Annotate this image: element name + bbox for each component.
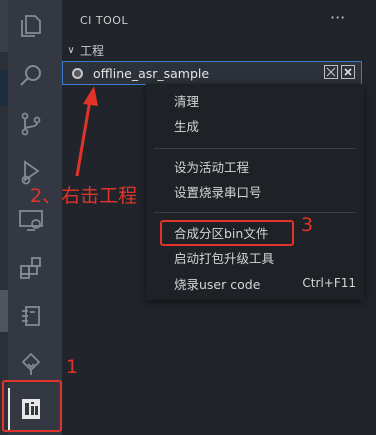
section-header-projects[interactable]: ∨ 工程	[62, 40, 376, 60]
annotation-step2: 2、右击工程	[30, 185, 138, 207]
menu-separator	[154, 148, 356, 149]
annotation-arrow	[75, 86, 98, 177]
device-icon[interactable]	[0, 292, 62, 340]
context-menu: 清理 生成 设为活动工程 设置烧录串口号 合成分区bin文件 启动打包升级工具 …	[146, 84, 364, 300]
project-name: offline_asr_sample	[93, 65, 210, 81]
menu-item-label: 烧录user code	[174, 276, 261, 292]
section-label: 工程	[80, 43, 105, 58]
menu-item-clean[interactable]: 清理	[146, 89, 364, 111]
chevron-down-icon: ∨	[67, 44, 75, 56]
radio-icon	[72, 67, 83, 79]
activity-bar	[0, 0, 62, 435]
extensions-icon[interactable]	[0, 244, 62, 292]
sidebar-title: CI TOOL	[80, 14, 129, 27]
more-actions-icon[interactable]: ···	[330, 8, 345, 27]
project-row[interactable]: offline_asr_sample	[62, 61, 362, 85]
menu-item-label: 设置烧录串口号	[174, 184, 262, 200]
menu-item-flash-user-code[interactable]: 烧录user code Ctrl+F11	[146, 272, 364, 294]
close-icon[interactable]	[341, 65, 355, 79]
explorer-icon[interactable]	[0, 2, 62, 50]
menu-item-label: 生成	[174, 118, 200, 134]
menu-item-set-port[interactable]: 设置烧录串口号	[146, 180, 364, 202]
source-control-icon[interactable]	[0, 100, 62, 148]
highlight-box-step1	[2, 380, 62, 432]
annotation-step1: 1	[66, 356, 79, 378]
menu-item-shortcut: Ctrl+F11	[302, 276, 356, 290]
highlight-box-step3	[160, 220, 294, 246]
collapse-icon[interactable]	[324, 65, 338, 79]
annotation-step3: 3	[301, 214, 314, 236]
menu-separator	[154, 212, 356, 213]
menu-item-set-active[interactable]: 设为活动工程	[146, 155, 364, 177]
menu-item-label: 清理	[174, 93, 200, 109]
menu-item-pack-tool[interactable]: 启动打包升级工具	[146, 246, 364, 268]
menu-item-label: 启动打包升级工具	[174, 250, 275, 266]
menu-item-label: 设为活动工程	[174, 159, 250, 175]
search-icon[interactable]	[0, 52, 62, 100]
menu-item-build[interactable]: 生成	[146, 114, 364, 136]
